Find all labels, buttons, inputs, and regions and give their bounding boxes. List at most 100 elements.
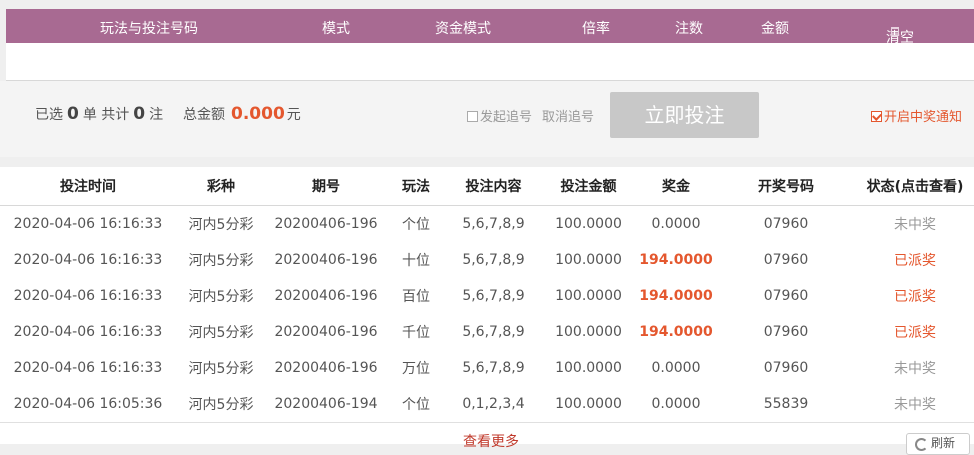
selected-count: 0 [67,104,79,124]
cell-content: 0,1,2,3,4 [462,396,525,412]
cell-bet: 100.0000 [555,288,622,304]
col-draw-number: 开奖号码 [716,167,856,206]
cell-play: 万位 [402,361,430,377]
cell-status[interactable]: 已派奖 [856,278,974,314]
cell-time: 2020-04-06 16:16:33 [13,360,163,376]
cell-prize: 194.0000 [639,288,713,304]
cell-issue: 20200406-196 [274,324,378,340]
cell-time: 2020-04-06 16:05:36 [13,396,163,412]
cell-bet: 100.0000 [555,360,622,376]
cell-time: 2020-04-06 16:16:33 [13,324,163,340]
total-prefix: 共计 [101,107,130,123]
cell-content: 5,6,7,8,9 [462,252,525,268]
cell-time: 2020-04-06 16:16:33 [13,288,163,304]
notify-label: 开启中奖通知 [884,110,963,125]
cell-content: 5,6,7,8,9 [462,360,525,376]
cell-issue: 20200406-196 [274,252,378,268]
cell-status[interactable]: 未中奖 [856,386,974,422]
cell-prize: 0.0000 [651,360,701,376]
cell-lottery: 河内5分彩 [188,397,254,413]
cell-draw: 07960 [763,288,809,304]
cell-play: 个位 [402,397,430,413]
money-unit: 元 [286,107,301,123]
refresh-button[interactable]: 刷新 [906,433,970,455]
cell-lottery: 河内5分彩 [188,325,254,341]
cell-status[interactable]: 已派奖 [856,314,974,350]
cell-time: 2020-04-06 16:16:33 [13,252,163,268]
bet-summary: 已选 0 单 共计 0 注 总金额 0.000 元 发起追号 取消追号 立即投注 开启中奖通… [0,81,974,157]
cell-status[interactable]: 已派奖 [856,242,974,278]
header-multiple: 倍率 [582,21,610,37]
cell-issue: 20200406-196 [274,288,378,304]
bet-cart-header: 玩法与投注号码 模式 资金模式 倍率 注数 金额 清空 [6,9,974,46]
header-play: 玩法与投注号码 [100,21,198,37]
header-amount: 金额 [761,21,789,37]
cell-draw: 07960 [763,324,809,340]
cell-prize: 0.0000 [651,216,701,232]
table-row: 2020-04-06 16:16:33 河内5分彩 20200406-196 万位 5,… [0,350,974,386]
cell-play: 十位 [402,253,430,269]
col-time: 投注时间 [0,167,176,206]
cell-status[interactable]: 未中奖 [856,206,974,243]
view-more-link[interactable]: 查看更多 [463,431,519,451]
money-label: 总金额 [183,107,225,123]
cell-prize: 194.0000 [639,252,713,268]
total-count: 0 [133,104,146,124]
selected-unit: 单 [82,107,97,123]
col-lottery: 彩种 [176,167,266,206]
table-row: 2020-04-06 16:16:33 河内5分彩 20200406-196 百位 5,… [0,278,974,314]
cell-issue: 20200406-196 [274,216,378,232]
chase-label: 发起追号 [480,110,533,125]
cell-content: 5,6,7,8,9 [462,288,525,304]
cell-draw: 07960 [763,216,809,232]
cell-play: 千位 [402,325,430,341]
table-row: 2020-04-06 16:16:33 河内5分彩 20200406-196 个位 5,… [0,206,974,243]
cell-lottery: 河内5分彩 [188,289,254,305]
cell-content: 5,6,7,8,9 [462,324,525,340]
cell-bet: 100.0000 [555,324,622,340]
cell-play: 个位 [402,217,430,233]
col-bet-amount: 投注金额 [541,167,636,206]
cell-prize: 194.0000 [639,324,713,340]
col-status: 状态(点击查看) [856,167,974,206]
win-notify-toggle[interactable]: 开启中奖通知 [871,106,962,125]
cell-prize: 0.0000 [651,396,701,412]
cell-lottery: 河内5分彩 [188,217,254,233]
refresh-icon [915,438,928,451]
divider [0,422,974,423]
cell-bet: 100.0000 [555,252,622,268]
money-summary: 总金额 0.000 元 [183,104,301,124]
cell-issue: 20200406-196 [274,360,378,376]
refresh-label: 刷新 [931,436,956,450]
col-content: 投注内容 [446,167,541,206]
cancel-chase-link[interactable]: 取消追号 [542,106,594,125]
cell-bet: 100.0000 [555,216,622,232]
notify-checkbox-checked-icon[interactable] [871,111,882,122]
total-unit: 注 [149,107,164,123]
cell-status[interactable]: 未中奖 [856,350,974,386]
cell-content: 5,6,7,8,9 [462,216,525,232]
cell-issue: 20200406-194 [274,396,378,412]
header-count: 注数 [675,21,703,37]
cell-time: 2020-04-06 16:16:33 [13,216,163,232]
header-fund-mode: 资金模式 [435,21,491,37]
selected-summary: 已选 0 单 共计 0 注 [35,104,163,124]
chase-checkbox[interactable] [467,111,478,122]
cell-draw: 07960 [763,360,809,376]
cell-lottery: 河内5分彩 [188,253,254,269]
selected-prefix: 已选 [35,107,63,123]
bet-cart-list [6,43,974,80]
cell-draw: 55839 [763,396,809,412]
cell-bet: 100.0000 [555,396,622,412]
money-value: 0.000 [231,104,285,124]
cell-draw: 07960 [763,252,809,268]
col-prize: 奖金 [636,167,716,206]
records-header-row: 投注时间 彩种 期号 玩法 投注内容 投注金额 奖金 开奖号码 状态(点击查看) [0,167,974,206]
col-play: 玩法 [386,167,446,206]
table-row: 2020-04-06 16:16:33 河内5分彩 20200406-196 十位 5,… [0,242,974,278]
bet-now-button[interactable]: 立即投注 [610,92,759,138]
chase-toggle[interactable]: 发起追号 [467,106,532,125]
bet-records: 投注时间 彩种 期号 玩法 投注内容 投注金额 奖金 开奖号码 状态(点击查看)… [0,167,974,444]
table-row: 2020-04-06 16:16:33 河内5分彩 20200406-196 千位 5,… [0,314,974,350]
cell-lottery: 河内5分彩 [188,361,254,377]
